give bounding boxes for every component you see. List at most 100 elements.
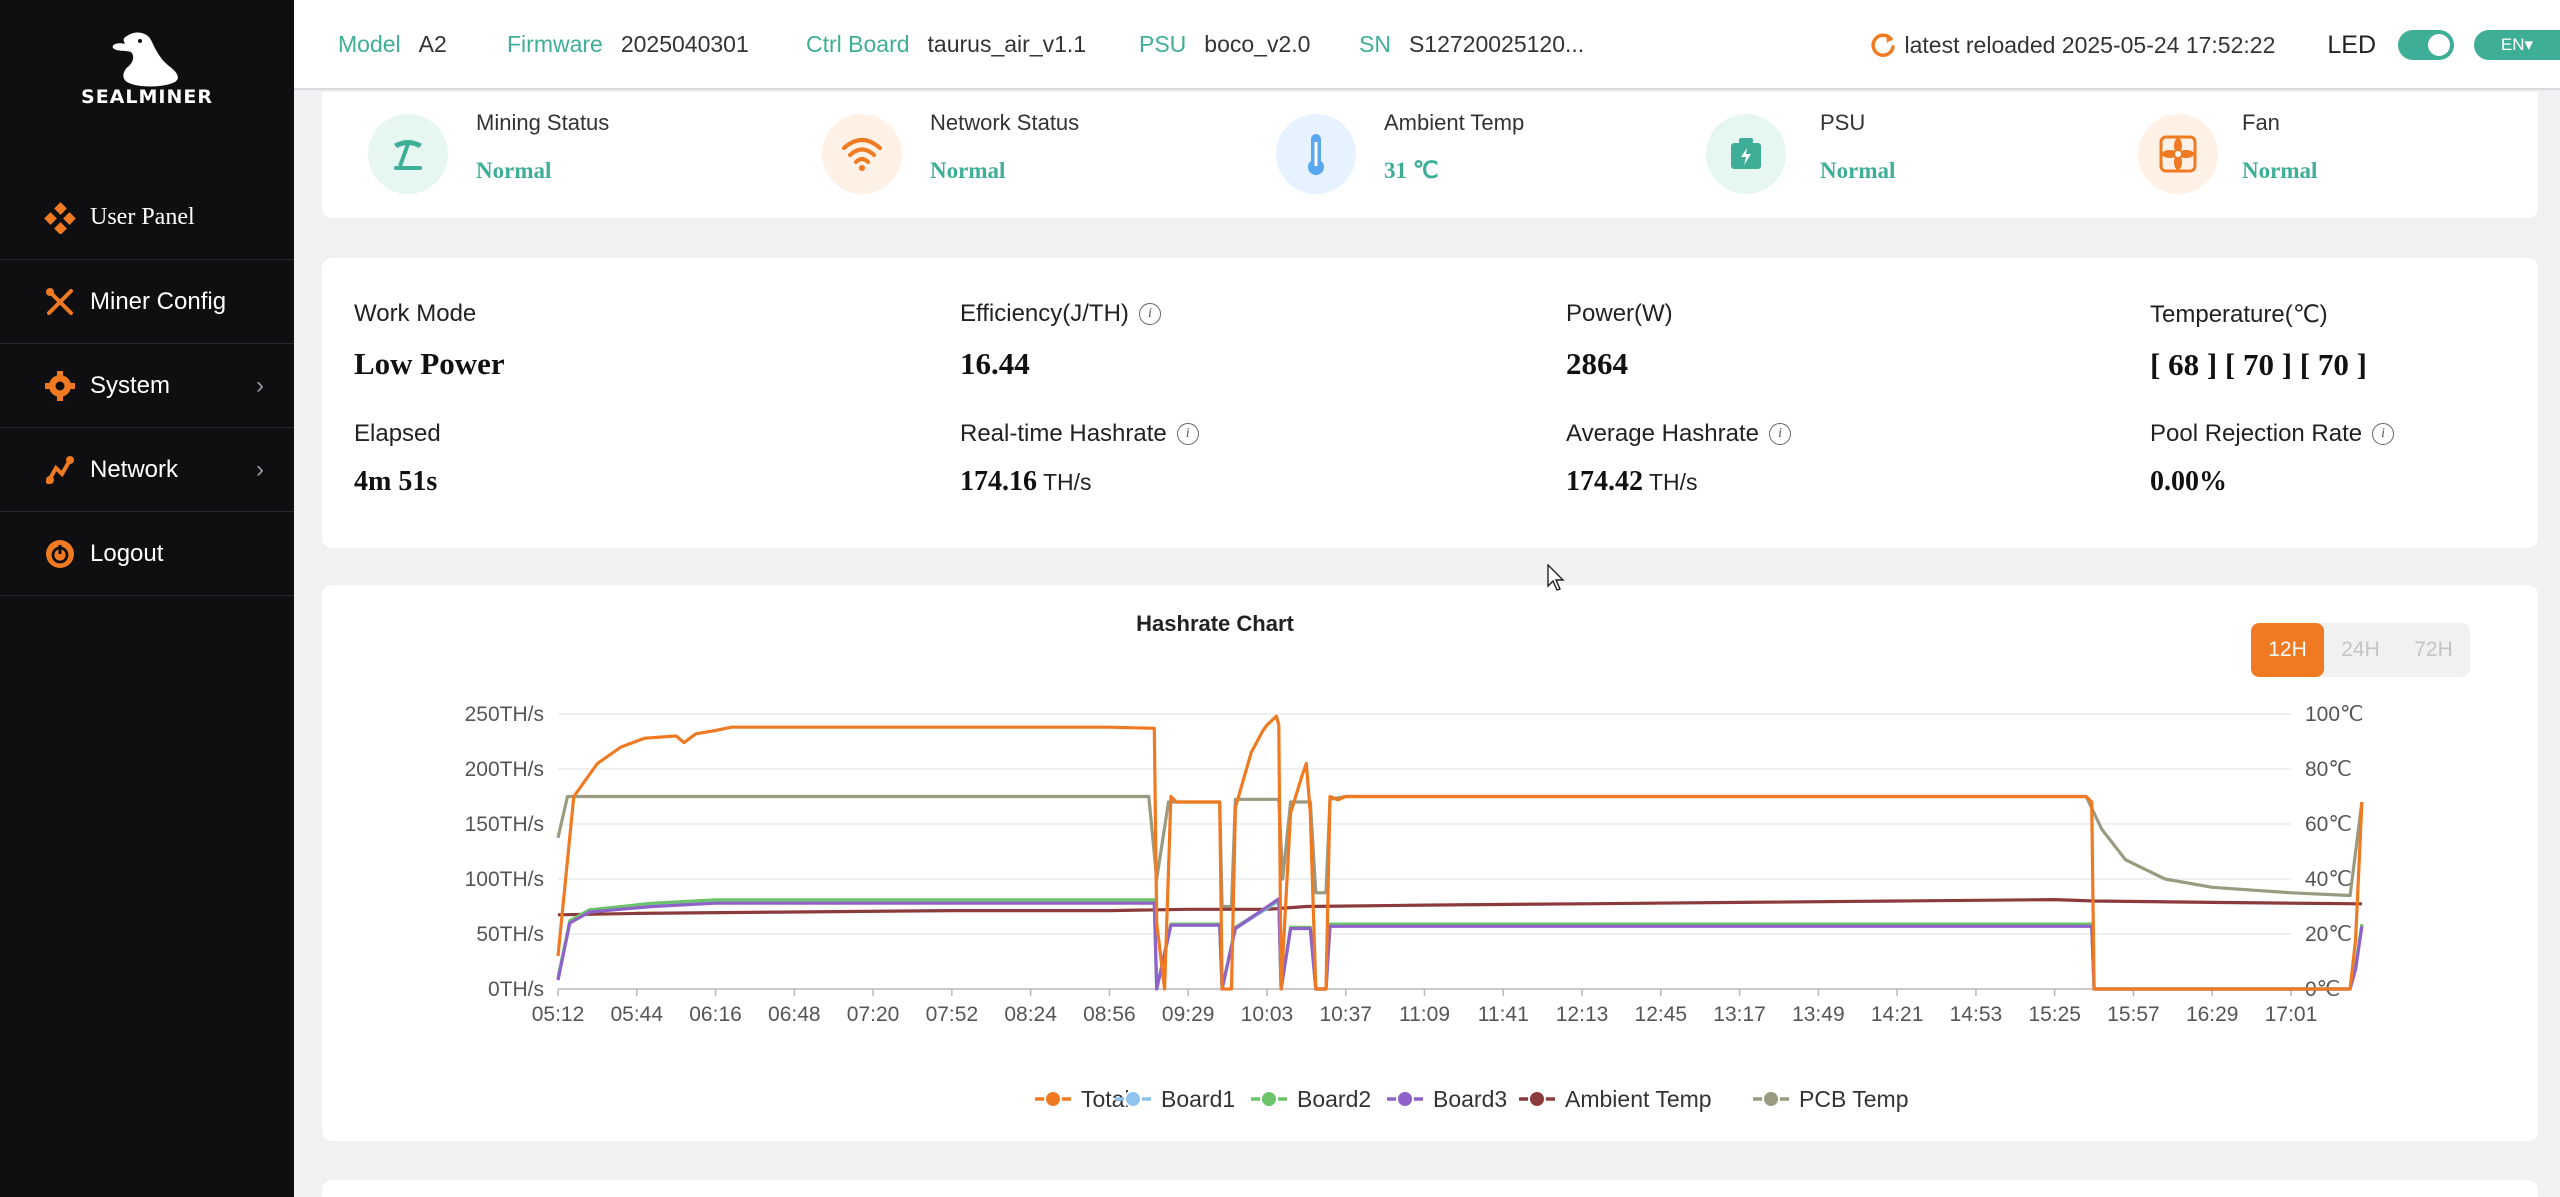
info-icon[interactable]: i (1769, 423, 1792, 445)
x-tick-label: 09:29 (1162, 1003, 1215, 1026)
rejection-rate-value: 0.00% (2150, 466, 2227, 497)
hashrate-chart-card: Hashrate Chart 12H 24H 72H 0TH/s 50TH/s 10… (322, 585, 2538, 1141)
y-left-tick-label: 100TH/s (465, 868, 544, 891)
y-left-tick-label: 50TH/s (476, 923, 544, 946)
sidebar: SEALMINER User Panel Miner Config System… (0, 0, 294, 1197)
x-tick-label: 17:01 (2265, 1003, 2318, 1026)
work-mode-metric: Work Mode Low Power (354, 300, 505, 382)
x-tick-label: 08:56 (1083, 1003, 1136, 1026)
average-hashrate-value: 174.42 (1566, 466, 1643, 497)
y-right-tick-label: 60℃ (2305, 813, 2352, 836)
y-right-tick-label: 20℃ (2305, 923, 2352, 946)
info-icon[interactable]: i (1138, 303, 1161, 325)
status-summary: Mining Status Normal Network Status Norm… (322, 92, 2538, 218)
network-icon (42, 452, 78, 488)
y-right-tick-label: 80℃ (2305, 758, 2352, 781)
sidebar-item-logout[interactable]: Logout (0, 512, 294, 596)
sidebar-label-miner-config: Miner Config (90, 287, 227, 315)
legend-swatch-marker (1260, 1090, 1278, 1108)
psu-status-value: Normal (1820, 158, 1896, 183)
next-panel (322, 1180, 2538, 1197)
sidebar-item-system[interactable]: System › (0, 344, 294, 428)
sn-value: S12720025120... (1408, 30, 1585, 57)
psu-info: PSU boco_v2.0 (1139, 31, 1310, 58)
x-tick-label: 06:16 (689, 1003, 742, 1026)
work-mode-value: Low Power (354, 346, 505, 381)
average-hashrate-unit: TH/s (1649, 469, 1698, 495)
user-panel-icon (42, 200, 78, 236)
efficiency-label-row: Efficiency(J/TH) i (960, 300, 1161, 328)
legend-label: Board1 (1161, 1086, 1235, 1112)
model-value: A2 (418, 30, 447, 57)
sealminer-logo[interactable]: SEALMINER (76, 28, 218, 128)
power-icon (42, 536, 78, 572)
rejection-label-row: Pool Rejection Rate i (2150, 420, 2395, 448)
firmware-label: Firmware (507, 30, 603, 57)
x-tick-label: 07:20 (847, 1003, 900, 1026)
average-hashrate-row: 174.42 TH/s (1566, 466, 1791, 498)
x-tick-label: 11:41 (1478, 1003, 1529, 1026)
x-tick-label: 15:25 (2028, 1003, 2081, 1026)
x-tick-label: 08:24 (1004, 1003, 1057, 1026)
ambient-temp-title: Ambient Temp (1384, 110, 1525, 135)
x-tick-label: 05:44 (610, 1003, 663, 1026)
sidebar-item-miner-config[interactable]: Miner Config (0, 260, 294, 344)
wrench-icon (42, 284, 78, 320)
psu-label: PSU (1139, 30, 1187, 57)
battery-icon (1706, 114, 1786, 194)
x-tick-label: 14:53 (1950, 1003, 2003, 1026)
efficiency-label: Efficiency(J/TH) (960, 300, 1129, 327)
seal-logo-icon (112, 32, 178, 87)
top-header: Model A2 Firmware 2025040301 Ctrl Board … (294, 0, 2560, 90)
realtime-hashrate-value: 174.16 (960, 466, 1037, 497)
rejection-rate-label: Pool Rejection Rate (2150, 420, 2363, 447)
legend-label: Board3 (1433, 1086, 1507, 1112)
x-tick-label: 12:45 (1635, 1003, 1688, 1026)
legend-label: Board2 (1297, 1086, 1371, 1112)
y-right-tick-label: 40℃ (2305, 868, 2352, 891)
legend-swatch-marker (1044, 1090, 1062, 1108)
chevron-right-icon: › (256, 455, 264, 483)
fan-icon (2138, 114, 2218, 194)
y-left-tick-label: 200TH/s (465, 758, 544, 781)
realtime-hashrate-label: Real-time Hashrate (960, 420, 1167, 447)
x-tick-label: 06:48 (768, 1003, 821, 1026)
firmware-value: 2025040301 (620, 30, 749, 57)
fan-status-title: Fan (2242, 110, 2280, 135)
realtime-hashrate-metric: Real-time Hashrate i 174.16 TH/s (960, 420, 1199, 498)
legend-label: Ambient Temp (1565, 1086, 1712, 1112)
firmware-info: Firmware 2025040301 (507, 31, 749, 58)
ambient-temp-value: 31 ℃ (1384, 158, 1439, 183)
legend-swatch-marker (1124, 1090, 1142, 1108)
reload-icon (1870, 33, 1895, 57)
info-icon[interactable]: i (2372, 423, 2395, 445)
x-tick-label: 12:13 (1556, 1003, 1609, 1026)
x-tick-label: 13:17 (1713, 1003, 1766, 1026)
sidebar-item-network[interactable]: Network › (0, 428, 294, 512)
wifi-icon (822, 114, 902, 194)
sidebar-item-user-panel[interactable]: User Panel (0, 176, 294, 260)
x-tick-label: 10:03 (1241, 1003, 1294, 1026)
average-label-row: Average Hashrate i (1566, 420, 1792, 448)
efficiency-value: 16.44 (960, 346, 1030, 381)
elapsed-label: Elapsed (354, 420, 441, 447)
language-selector[interactable]: EN▾ (2474, 30, 2560, 60)
info-icon[interactable]: i (1176, 423, 1199, 445)
reload-button[interactable]: latest reloaded 2025-05-24 17:52:22 (1869, 31, 2275, 59)
power-value: 2864 (1566, 346, 1628, 381)
temperature-label: Temperature(℃) (2150, 301, 2328, 328)
pickaxe-icon (368, 114, 448, 194)
temperature-value: [ 68 ] [ 70 ] [ 70 ] (2150, 347, 2367, 382)
ctrl-board-value: taurus_air_v1.1 (927, 30, 1087, 57)
work-mode-label: Work Mode (354, 300, 477, 327)
hashrate-chart: 0TH/s 50TH/s 100TH/s 150TH/s 200TH/s 250TH/s 0… (465, 703, 2364, 1112)
header-right: latest reloaded 2025-05-24 17:52:22 LED … (1869, 0, 2560, 90)
sidebar-label-network: Network (90, 455, 179, 483)
legend-swatch-marker (1762, 1090, 1780, 1108)
y-right-tick-label: 100℃ (2305, 703, 2364, 726)
rejection-rate-metric: Pool Rejection Rate i 0.00% (2150, 420, 2395, 498)
psu-value: boco_v2.0 (1204, 30, 1311, 57)
led-toggle[interactable] (2398, 30, 2454, 60)
x-tick-label: 10:37 (1319, 1003, 1372, 1026)
sidebar-label-user-panel: User Panel (90, 204, 195, 230)
